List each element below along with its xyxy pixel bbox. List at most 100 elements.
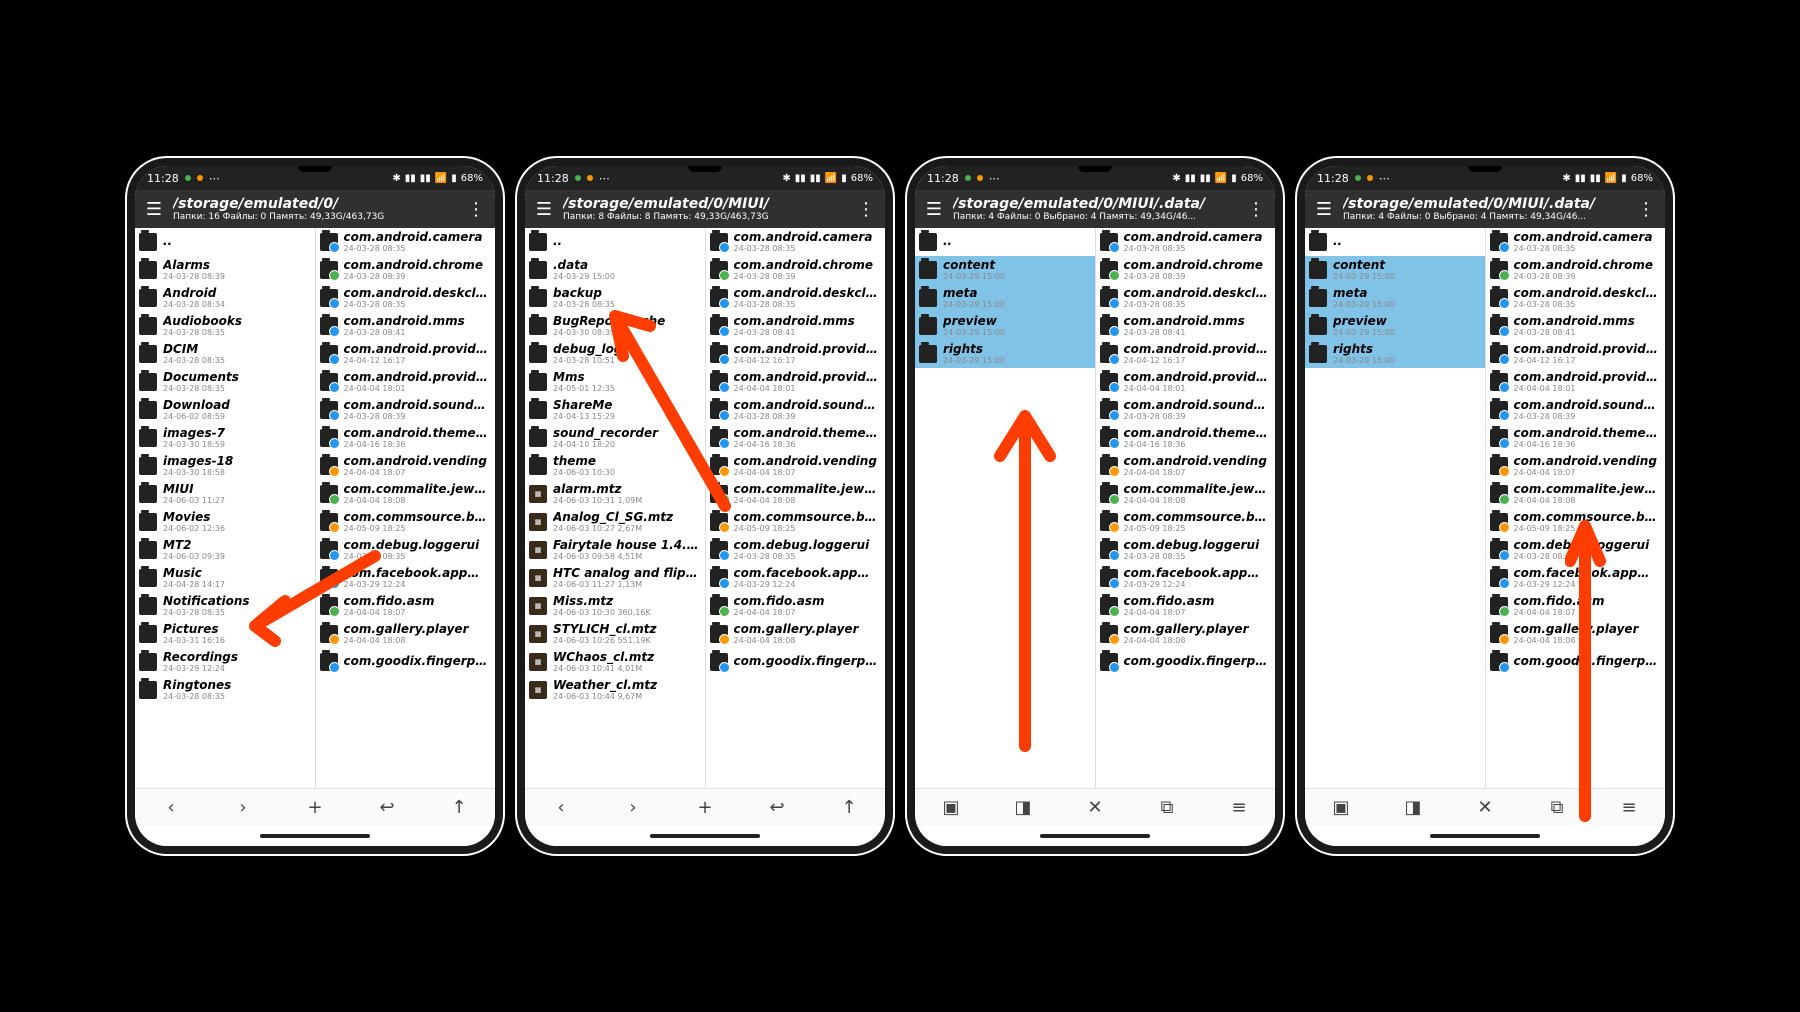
left-row[interactable]: meta24-03-29 15:00 xyxy=(915,284,1095,312)
left-row[interactable]: ▦WChaos_cl.mtz24-06-03 10:41 4,01M xyxy=(525,648,705,676)
right-row[interactable]: com.facebook.appmanager24-03-29 12:24 xyxy=(316,564,496,592)
right-row[interactable]: com.android.mms24-03-28 08:41 xyxy=(1486,312,1666,340)
left-row[interactable]: backup24-03-28 08:35 xyxy=(525,284,705,312)
toolbar-button[interactable]: ‹ xyxy=(541,797,581,818)
right-row[interactable]: com.debug.loggerui24-03-28 08:35 xyxy=(706,536,886,564)
right-row[interactable]: com.android.chrome24-03-28 08:39 xyxy=(1096,256,1276,284)
toolbar-button[interactable]: ‹ xyxy=(151,797,191,818)
toolbar-button[interactable]: ◨ xyxy=(1003,797,1043,818)
left-row[interactable]: MIUI24-06-03 11:27 xyxy=(135,480,315,508)
left-row[interactable]: ShareMe24-04-13 15:29 xyxy=(525,396,705,424)
left-row[interactable]: theme24-06-03 10:30 xyxy=(525,452,705,480)
right-row[interactable]: com.android.camera24-03-28 08:35 xyxy=(706,228,886,256)
right-row[interactable]: com.android.vending24-04-04 18:07 xyxy=(1096,452,1276,480)
right-row[interactable]: com.android.soundrecorder24-03-28 08:39 xyxy=(1486,396,1666,424)
toolbar-button[interactable]: ✕ xyxy=(1465,797,1505,818)
left-row[interactable]: debug_log24-03-28 10:51 xyxy=(525,340,705,368)
toolbar-button[interactable]: ✕ xyxy=(1075,797,1115,818)
right-row[interactable]: com.commsource.beautyplus24-05-09 18:25 xyxy=(706,508,886,536)
path-title[interactable]: /storage/emulated/0/MIUI/.data/ xyxy=(953,196,1237,212)
right-row[interactable]: com.android.deskclock24-03-28 08:35 xyxy=(706,284,886,312)
right-row[interactable]: com.commalite.jewelsfrenzy24-04-04 18:08 xyxy=(1096,480,1276,508)
toolbar-button[interactable]: ↑ xyxy=(829,797,869,818)
left-row[interactable]: .. xyxy=(915,228,1095,256)
right-pane[interactable]: com.android.camera24-03-28 08:35com.andr… xyxy=(316,228,496,788)
right-row[interactable]: com.android.vending24-04-04 18:07 xyxy=(1486,452,1666,480)
toolbar-button[interactable]: ≡ xyxy=(1219,797,1259,818)
toolbar-button[interactable]: ⧉ xyxy=(1537,797,1577,818)
left-pane[interactable]: ...data24-03-29 15:00backup24-03-28 08:3… xyxy=(525,228,706,788)
left-row[interactable]: ▦HTC analog and flip clock.mtz24-06-03 1… xyxy=(525,564,705,592)
right-pane[interactable]: com.android.camera24-03-28 08:35com.andr… xyxy=(1486,228,1666,788)
right-row[interactable]: com.fido.asm24-04-04 18:07 xyxy=(1486,592,1666,620)
left-row[interactable]: rights24-03-29 15:00 xyxy=(1305,340,1485,368)
right-row[interactable]: com.android.providers.telephony24-04-04 … xyxy=(1486,368,1666,396)
hamburger-icon[interactable]: ☰ xyxy=(1313,199,1335,220)
right-row[interactable]: com.android.camera24-03-28 08:35 xyxy=(316,228,496,256)
left-row[interactable]: MT224-06-03 09:39 xyxy=(135,536,315,564)
left-row[interactable]: Music24-04-28 14:17 xyxy=(135,564,315,592)
right-row[interactable]: com.debug.loggerui24-03-28 08:35 xyxy=(316,536,496,564)
right-row[interactable]: com.gallery.player24-04-04 18:08 xyxy=(1486,620,1666,648)
right-row[interactable]: com.debug.loggerui24-03-28 08:35 xyxy=(1096,536,1276,564)
right-row[interactable]: com.android.thememanager24-04-16 18:36 xyxy=(1096,424,1276,452)
right-row[interactable]: com.goodix.fingerprint.setting xyxy=(706,648,886,676)
right-pane[interactable]: com.android.camera24-03-28 08:35com.andr… xyxy=(706,228,886,788)
right-row[interactable]: com.goodix.fingerprint.setting xyxy=(316,648,496,676)
right-row[interactable]: com.commsource.beautyplus24-05-09 18:25 xyxy=(1486,508,1666,536)
right-row[interactable]: com.gallery.player24-04-04 18:08 xyxy=(706,620,886,648)
left-row[interactable]: preview24-03-29 15:00 xyxy=(1305,312,1485,340)
left-row[interactable]: content24-03-29 15:00 xyxy=(915,256,1095,284)
right-row[interactable]: com.android.chrome24-03-28 08:39 xyxy=(316,256,496,284)
right-row[interactable]: com.commalite.jewelsfrenzy24-04-04 18:08 xyxy=(1486,480,1666,508)
left-row[interactable]: Notifications24-03-28 08:35 xyxy=(135,592,315,620)
left-row[interactable]: ▦Weather_cl.mtz24-06-03 10:44 9,67M xyxy=(525,676,705,704)
right-row[interactable]: com.facebook.appmanager24-03-29 12:24 xyxy=(1486,564,1666,592)
more-icon[interactable]: ⋮ xyxy=(1635,199,1657,220)
left-pane[interactable]: ..content24-03-29 15:00meta24-03-29 15:0… xyxy=(1305,228,1486,788)
more-icon[interactable]: ⋮ xyxy=(465,199,487,220)
left-row[interactable]: Alarms24-03-28 08:39 xyxy=(135,256,315,284)
left-pane[interactable]: ..Alarms24-03-28 08:39Android24-03-28 08… xyxy=(135,228,316,788)
left-row[interactable]: images-1824-03-30 18:58 xyxy=(135,452,315,480)
hamburger-icon[interactable]: ☰ xyxy=(533,199,555,220)
right-row[interactable]: com.android.vending24-04-04 18:07 xyxy=(316,452,496,480)
right-row[interactable]: com.android.soundrecorder24-03-28 08:39 xyxy=(706,396,886,424)
right-row[interactable]: com.android.mms24-03-28 08:41 xyxy=(316,312,496,340)
toolbar-button[interactable]: + xyxy=(685,797,725,818)
left-row[interactable]: rights24-03-29 15:00 xyxy=(915,340,1095,368)
toolbar-button[interactable]: + xyxy=(295,797,335,818)
right-row[interactable]: com.android.providers.downloads.ui24-04-… xyxy=(706,340,886,368)
right-row[interactable]: com.fido.asm24-04-04 18:07 xyxy=(706,592,886,620)
left-row[interactable]: sound_recorder24-04-10 18:20 xyxy=(525,424,705,452)
right-row[interactable]: com.commsource.beautyplus24-05-09 18:25 xyxy=(316,508,496,536)
left-row[interactable]: .. xyxy=(1305,228,1485,256)
hamburger-icon[interactable]: ☰ xyxy=(923,199,945,220)
toolbar-button[interactable]: ▣ xyxy=(931,797,971,818)
right-row[interactable]: com.goodix.fingerprint.setting xyxy=(1486,648,1666,676)
left-row[interactable]: Documents24-03-28 08:35 xyxy=(135,368,315,396)
right-row[interactable]: com.gallery.player24-04-04 18:08 xyxy=(316,620,496,648)
right-row[interactable]: com.facebook.appmanager24-03-29 12:24 xyxy=(706,564,886,592)
right-row[interactable]: com.commalite.jewelsfrenzy24-04-04 18:08 xyxy=(706,480,886,508)
right-row[interactable]: com.goodix.fingerprint.setting xyxy=(1096,648,1276,676)
left-row[interactable]: ▦Analog_Cl_SG.mtz24-06-03 10:27 2,67M xyxy=(525,508,705,536)
left-row[interactable]: .. xyxy=(525,228,705,256)
right-row[interactable]: com.android.soundrecorder24-03-28 08:39 xyxy=(1096,396,1276,424)
left-row[interactable]: Ringtones24-03-28 08:35 xyxy=(135,676,315,704)
right-row[interactable]: com.android.chrome24-03-28 08:39 xyxy=(1486,256,1666,284)
toolbar-button[interactable]: ◨ xyxy=(1393,797,1433,818)
right-row[interactable]: com.android.camera24-03-28 08:35 xyxy=(1096,228,1276,256)
path-title[interactable]: /storage/emulated/0/ xyxy=(173,196,457,212)
right-row[interactable]: com.commsource.beautyplus24-05-09 18:25 xyxy=(1096,508,1276,536)
path-title[interactable]: /storage/emulated/0/MIUI/ xyxy=(563,196,847,212)
right-row[interactable]: com.android.deskclock24-03-28 08:35 xyxy=(1096,284,1276,312)
left-row[interactable]: Download24-06-02 08:59 xyxy=(135,396,315,424)
toolbar-button[interactable]: ⧉ xyxy=(1147,797,1187,818)
right-pane[interactable]: com.android.camera24-03-28 08:35com.andr… xyxy=(1096,228,1276,788)
toolbar-button[interactable]: ▣ xyxy=(1321,797,1361,818)
right-row[interactable]: com.android.chrome24-03-28 08:39 xyxy=(706,256,886,284)
right-row[interactable]: com.android.providers.downloads.ui24-04-… xyxy=(316,340,496,368)
left-row[interactable]: Movies24-06-02 12:36 xyxy=(135,508,315,536)
right-row[interactable]: com.debug.loggerui24-03-28 08:35 xyxy=(1486,536,1666,564)
